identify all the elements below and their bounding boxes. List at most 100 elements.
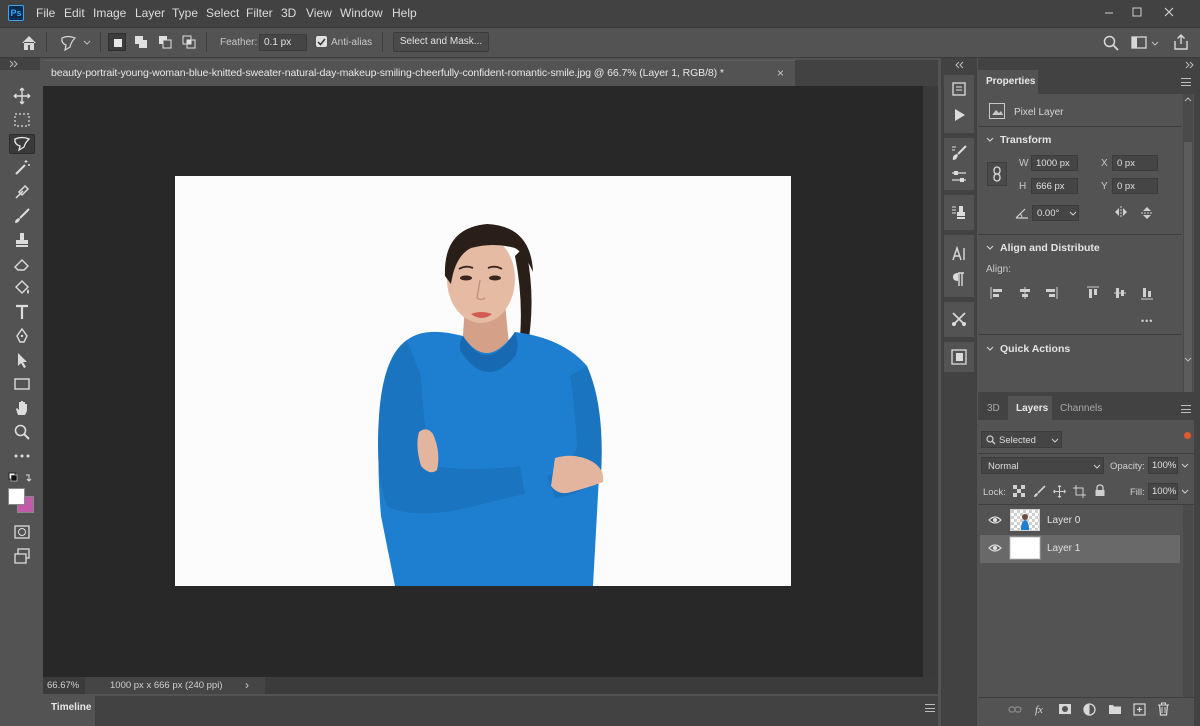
type-tool-icon[interactable]	[9, 302, 35, 322]
pen-tool-icon[interactable]	[9, 326, 35, 346]
maximize-icon[interactable]	[1128, 4, 1146, 20]
properties-menu-icon[interactable]	[1181, 78, 1191, 86]
layer-row-selected[interactable]: Layer 1	[980, 535, 1180, 563]
marquee-tool-icon[interactable]	[9, 110, 35, 130]
y-input[interactable]: 0 px	[1112, 178, 1158, 194]
height-input[interactable]: 666 px	[1031, 178, 1078, 194]
menu-type[interactable]: Type	[172, 6, 198, 20]
anti-alias-checkbox[interactable]	[316, 36, 327, 47]
default-colors-icon[interactable]	[8, 472, 36, 484]
timeline-tab[interactable]: Timeline	[51, 702, 91, 713]
new-group-icon[interactable]	[1108, 703, 1122, 715]
document-info[interactable]: 1000 px x 666 px (240 ppi)	[85, 677, 265, 694]
brush-tool-icon[interactable]	[9, 206, 35, 226]
quick-mask-icon[interactable]	[9, 522, 35, 542]
close-window-icon[interactable]	[1160, 4, 1178, 20]
more-tools-icon[interactable]	[9, 446, 35, 466]
search-icon[interactable]	[1102, 34, 1120, 52]
blend-mode-select[interactable]: Normal	[981, 457, 1104, 474]
lock-all-icon[interactable]	[1094, 484, 1106, 497]
lasso-tool-icon[interactable]	[9, 134, 35, 154]
magic-wand-tool-icon[interactable]	[9, 158, 35, 178]
align-bottom-edges-icon[interactable]	[1140, 286, 1154, 300]
menu-view[interactable]: View	[306, 6, 332, 20]
delete-layer-icon[interactable]	[1157, 702, 1170, 716]
paint-bucket-tool-icon[interactable]	[9, 278, 35, 298]
tab-layers[interactable]: Layers	[1016, 403, 1048, 414]
menu-help[interactable]: Help	[392, 6, 417, 20]
new-layer-icon[interactable]	[1133, 703, 1146, 716]
status-arrow-icon[interactable]: ›	[245, 678, 249, 692]
foreground-color-swatch[interactable]	[8, 488, 25, 505]
align-horizontal-centers-icon[interactable]	[1018, 286, 1032, 300]
flip-vertical-icon[interactable]	[1140, 205, 1154, 221]
new-selection-icon[interactable]	[108, 33, 126, 51]
clone-stamp-tool-icon[interactable]	[9, 230, 35, 250]
layers-scrollbar[interactable]	[1183, 505, 1193, 697]
subtract-from-selection-icon[interactable]	[156, 33, 174, 51]
tools-cross-icon[interactable]	[950, 310, 968, 328]
align-distribute-heading[interactable]: Align and Distribute	[1000, 242, 1100, 254]
zoom-tool-icon[interactable]	[9, 422, 35, 442]
eyedropper-tool-icon[interactable]	[9, 182, 35, 202]
filter-toggle-icon[interactable]	[1184, 432, 1191, 439]
lock-position-icon[interactable]	[1053, 485, 1066, 498]
document-tab[interactable]: beauty-portrait-young-woman-blue-knitted…	[43, 60, 795, 86]
tab-channels[interactable]: Channels	[1060, 403, 1102, 414]
menu-filter[interactable]: Filter	[246, 6, 273, 20]
timeline-menu-icon[interactable]	[925, 704, 935, 712]
toolbar-grip[interactable]	[0, 58, 40, 70]
tab-3d[interactable]: 3D	[987, 403, 1000, 414]
lock-artboard-icon[interactable]	[1073, 485, 1086, 498]
actions-play-icon[interactable]	[950, 106, 968, 124]
layer-row[interactable]: Layer 0	[980, 507, 1180, 535]
workspace-icon[interactable]	[1130, 34, 1160, 52]
adjustments-sliders-icon[interactable]	[950, 168, 968, 186]
path-selection-tool-icon[interactable]	[9, 350, 35, 370]
zoom-level[interactable]: 66.67%	[43, 677, 85, 694]
close-tab-icon[interactable]: ×	[777, 66, 784, 80]
align-vertical-centers-icon[interactable]	[1113, 286, 1127, 300]
visibility-eye-icon[interactable]	[988, 515, 1002, 525]
feather-input[interactable]: 0.1 px	[259, 34, 307, 51]
canvas-vertical-scrollbar[interactable]	[923, 86, 938, 677]
menu-layer[interactable]: Layer	[135, 6, 165, 20]
properties-scrollbar[interactable]	[1183, 94, 1193, 392]
hand-tool-icon[interactable]	[9, 398, 35, 418]
layers-menu-icon[interactable]	[1181, 405, 1191, 413]
visibility-eye-icon[interactable]	[988, 543, 1002, 553]
flip-horizontal-icon[interactable]	[1113, 205, 1129, 219]
brush-settings-icon[interactable]	[950, 144, 968, 162]
glyphs-icon[interactable]	[950, 348, 968, 366]
adjustment-layer-icon[interactable]	[1083, 703, 1096, 716]
menu-3d[interactable]: 3D	[281, 6, 296, 20]
width-input[interactable]: 1000 px	[1031, 155, 1078, 171]
lock-transparent-pixels-icon[interactable]	[1013, 485, 1025, 497]
x-input[interactable]: 0 px	[1112, 155, 1158, 171]
menu-image[interactable]: Image	[93, 6, 126, 20]
clone-source-icon[interactable]	[950, 203, 968, 221]
menu-window[interactable]: Window	[340, 6, 383, 20]
history-icon[interactable]	[950, 80, 968, 98]
home-icon[interactable]	[20, 34, 38, 52]
minimize-icon[interactable]	[1100, 4, 1118, 20]
menu-edit[interactable]: Edit	[64, 6, 85, 20]
link-dimensions-icon[interactable]	[987, 162, 1007, 186]
intersect-selection-icon[interactable]	[180, 33, 198, 51]
transform-heading[interactable]: Transform	[1000, 134, 1051, 146]
eraser-tool-icon[interactable]	[9, 254, 35, 274]
character-icon[interactable]	[950, 245, 968, 263]
properties-tab[interactable]: Properties	[986, 76, 1035, 87]
add-to-selection-icon[interactable]	[132, 33, 150, 51]
layer-filter-select[interactable]: Selected	[981, 431, 1062, 448]
align-left-edges-icon[interactable]	[990, 286, 1004, 300]
menu-select[interactable]: Select	[206, 6, 239, 20]
align-top-edges-icon[interactable]	[1086, 286, 1100, 300]
rectangle-tool-icon[interactable]	[9, 374, 35, 394]
opacity-input[interactable]: 100%	[1148, 457, 1178, 474]
share-icon[interactable]	[1172, 33, 1190, 51]
image-canvas[interactable]	[175, 176, 791, 586]
fill-input[interactable]: 100%	[1148, 483, 1178, 500]
menu-file[interactable]: File	[36, 6, 55, 20]
lock-image-pixels-icon[interactable]	[1033, 485, 1046, 498]
